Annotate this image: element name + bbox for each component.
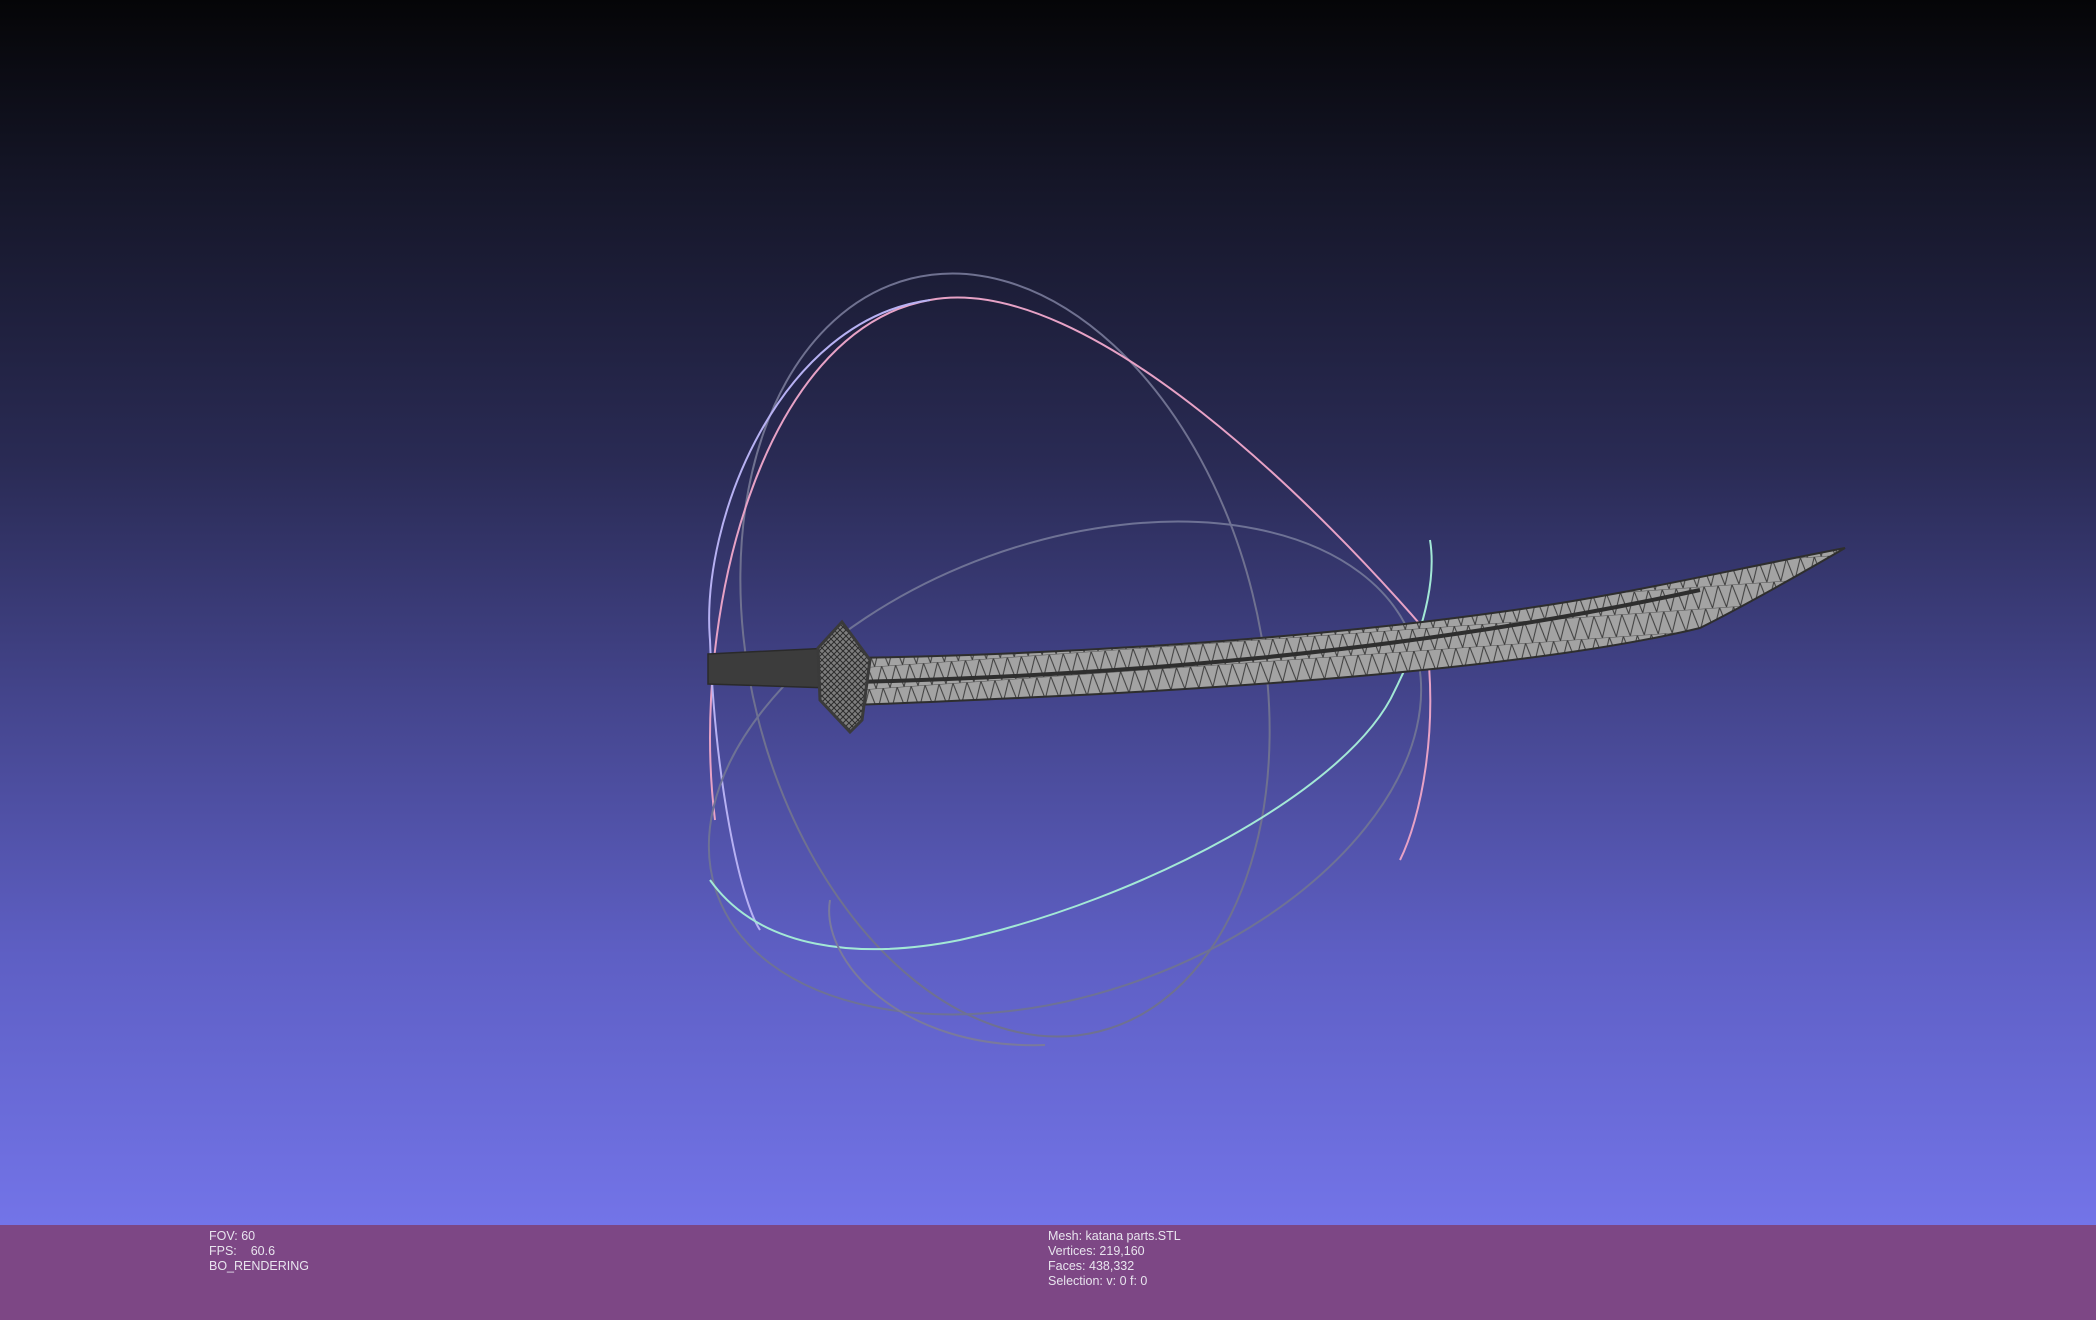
fov-readout: FOV: 60 <box>209 1229 309 1244</box>
status-info-bar: FOV: 60 FPS: 60.6 BO_RENDERING Mesh: kat… <box>0 1225 2096 1320</box>
vertices-value: 219,160 <box>1099 1244 1145 1258</box>
katana-model[interactable] <box>707 547 1846 735</box>
katana-guard <box>816 619 872 735</box>
vertices-label: Vertices: <box>1048 1244 1096 1258</box>
faces-label: Faces: <box>1048 1259 1086 1273</box>
selection-label: Selection: <box>1048 1274 1103 1288</box>
view-info: FOV: 60 FPS: 60.6 BO_RENDERING <box>209 1229 309 1274</box>
fps-value: 60.6 <box>250 1244 276 1258</box>
selection-value: v: 0 f: 0 <box>1106 1274 1148 1288</box>
fov-value: 60 <box>241 1229 256 1243</box>
scene-canvas[interactable] <box>0 0 2096 1225</box>
katana-handle <box>707 647 831 689</box>
trackball-ring-cyan <box>709 539 1433 951</box>
katana-blade <box>849 547 1846 707</box>
3d-viewport[interactable] <box>0 0 2096 1225</box>
fps-label: FPS: <box>209 1244 237 1258</box>
mesh-name: katana parts.STL <box>1085 1229 1181 1243</box>
mesh-info: Mesh: katana parts.STL Vertices: 219,160… <box>1048 1229 1181 1289</box>
vertices-readout: Vertices: 219,160 <box>1048 1244 1181 1259</box>
render-mode: BO_RENDERING <box>209 1259 310 1273</box>
selection-readout: Selection: v: 0 f: 0 <box>1048 1274 1181 1289</box>
faces-readout: Faces: 438,332 <box>1048 1259 1181 1274</box>
mesh-label: Mesh: <box>1048 1229 1083 1243</box>
fps-readout: FPS: 60.6 <box>209 1244 309 1259</box>
faces-value: 438,332 <box>1089 1259 1135 1273</box>
fov-label: FOV: <box>209 1229 238 1243</box>
trackball-ring-grey-lower <box>828 899 1046 1047</box>
mesh-readout: Mesh: katana parts.STL <box>1048 1229 1181 1244</box>
trackball-ring-horizontal <box>707 520 1423 1016</box>
